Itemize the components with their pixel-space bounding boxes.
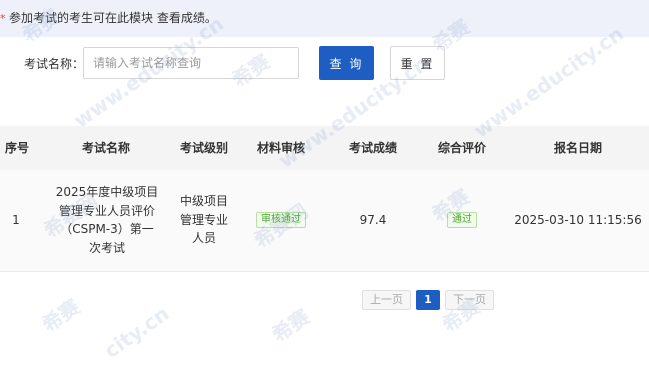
cell-exam-name: 2025年度中级项目 管理专业人员评价 （CSPM-3）第一 次考试 xyxy=(48,183,166,257)
cell-evaluation: 通过 xyxy=(428,211,496,228)
exam-name-line: 管理专业人员评价 xyxy=(58,203,155,218)
reset-button[interactable]: 重 置 xyxy=(390,46,445,80)
page-1-button[interactable]: 1 xyxy=(416,290,440,310)
header-evaluation: 综合评价 xyxy=(437,141,486,155)
exam-name-line: （CSPM-3）第一 xyxy=(60,222,154,236)
table-header: 序号 考试名称 考试级别 材料审核 考试成绩 综合评价 报名日期 xyxy=(0,126,649,170)
exam-level-line: 人员 xyxy=(191,231,216,245)
evaluation-status-badge: 通过 xyxy=(447,212,477,228)
exam-name-search-input[interactable] xyxy=(83,47,299,79)
header-registration-date: 报名日期 xyxy=(553,141,602,155)
cell-registration-date: 2025-03-10 11:15:56 xyxy=(514,213,642,227)
notice-bar: * 参加考试的考生可在此模块 查看成绩。 xyxy=(0,0,649,37)
notice-text: 参加考试的考生可在此模块 查看成绩。 xyxy=(9,11,217,25)
header-material-review: 材料审核 xyxy=(256,141,305,155)
query-button[interactable]: 查 询 xyxy=(319,46,374,80)
exam-name-line: 2025年度中级项目 xyxy=(55,185,159,199)
table-row: 1 2025年度中级项目 管理专业人员评价 （CSPM-3）第一 次考试 中级项… xyxy=(0,170,649,272)
cell-exam-score: 97.4 xyxy=(359,213,387,227)
watermark-domain: city.cn xyxy=(99,301,174,363)
header-exam-score: 考试成绩 xyxy=(348,141,397,155)
review-status-badge: 审核通过 xyxy=(256,212,306,228)
cell-exam-level: 中级项目 管理专业 人员 xyxy=(172,192,236,248)
exam-level-line: 中级项目 xyxy=(179,194,228,208)
watermark-brand: 希赛 xyxy=(37,294,85,338)
header-exam-level: 考试级别 xyxy=(179,141,228,155)
exam-name-label: 考试名称： xyxy=(24,57,85,71)
watermark-brand: 希赛 xyxy=(267,304,315,348)
cell-index: 1 xyxy=(12,213,20,227)
required-asterisk: * xyxy=(0,12,6,25)
exam-level-line: 管理专业 xyxy=(179,212,228,227)
prev-page-button[interactable]: 上一页 xyxy=(362,290,411,310)
header-exam-name: 考试名称 xyxy=(81,141,130,155)
cell-material-review: 审核通过 xyxy=(250,211,312,228)
next-page-button[interactable]: 下一页 xyxy=(445,290,494,310)
exam-name-line: 次考试 xyxy=(88,240,125,255)
watermark-domain: www.educity.cn xyxy=(469,21,628,143)
header-index: 序号 xyxy=(4,141,29,155)
